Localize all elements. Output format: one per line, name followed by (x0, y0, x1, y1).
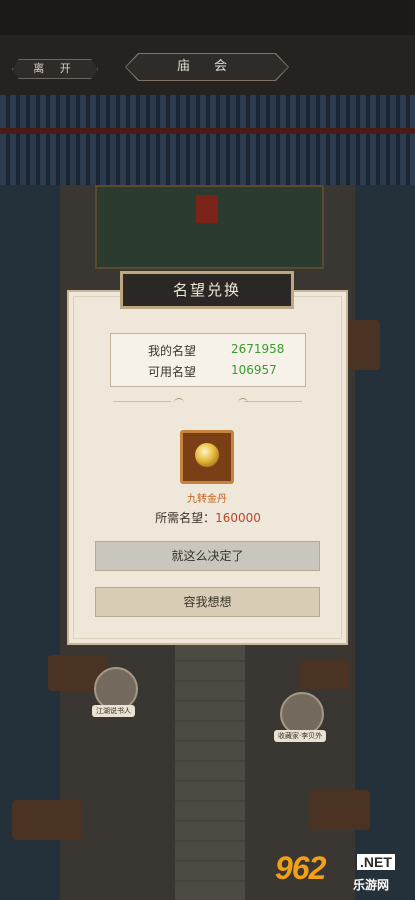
stat-row-my-reputation: 我的名望 2671958 (111, 342, 305, 362)
stat-label: 我的名望 (148, 344, 197, 358)
shrine-door (196, 195, 218, 223)
watermark-number: 962 (275, 850, 326, 886)
palace-roof (0, 95, 415, 185)
roof-edge (0, 128, 415, 134)
barrel (300, 660, 350, 690)
location-title: 庙 会 (126, 54, 288, 80)
requirement-value: 160000 (215, 511, 261, 525)
dialog-title: 名望兑换 (120, 271, 294, 309)
cancel-button[interactable]: 容我想想 (95, 587, 320, 617)
requirement-label: 所需名望： (155, 511, 216, 525)
stat-row-available-reputation: 可用名望 106957 (111, 363, 305, 383)
stat-value: 106957 (231, 363, 277, 377)
watermark-suffix: .NET (357, 854, 395, 870)
barrel (310, 790, 370, 830)
requirement-line: 所需名望：160000 (108, 509, 308, 526)
site-watermark-logo: 962 .NET 乐游网 (275, 850, 411, 896)
stat-label: 可用名望 (148, 365, 197, 379)
item-name: 九转金丹 (187, 494, 227, 505)
barrel (12, 800, 82, 840)
reputation-stats-panel: 我的名望 2671958 可用名望 106957 (110, 333, 306, 387)
watermark-site: 乐游网 (353, 878, 390, 892)
stat-value: 2671958 (231, 342, 285, 356)
left-wall (0, 185, 60, 900)
divider-ornament-left (174, 398, 184, 405)
leave-button[interactable]: 离 开 (12, 59, 98, 79)
npc-collector-label: 收藏家·李贝外 (274, 730, 327, 742)
divider-right (244, 401, 302, 402)
divider-left (113, 401, 171, 402)
golden-orb-icon (195, 443, 219, 467)
stone-road (175, 645, 245, 900)
npc-storyteller-label: 江湖说书人 (92, 705, 135, 717)
confirm-button[interactable]: 就这么决定了 (95, 541, 320, 571)
item-golden-pill-icon[interactable] (180, 430, 234, 484)
